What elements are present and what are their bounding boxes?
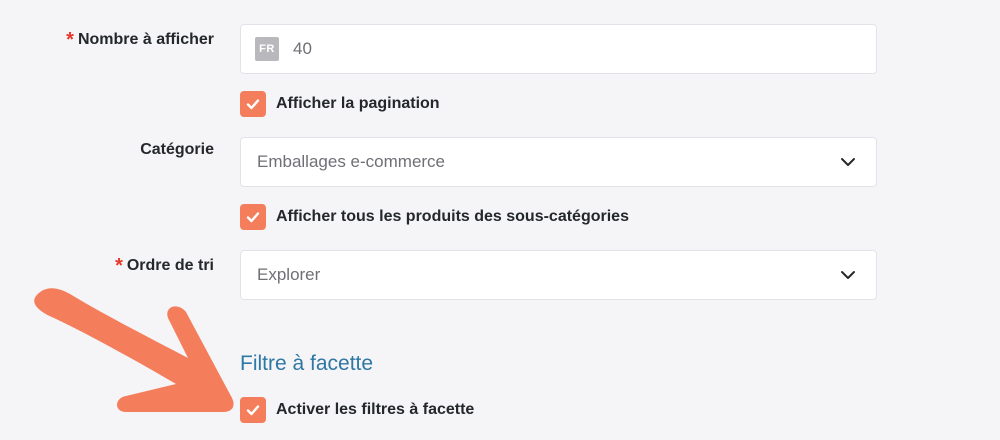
- facet-checkbox-label: Activer les filtres à facette: [276, 401, 475, 418]
- sort-order-label-text: Ordre de tri: [126, 257, 214, 274]
- subcategories-checkbox-label: Afficher tous les produits des sous-caté…: [276, 208, 629, 225]
- category-label: Catégorie: [140, 141, 214, 158]
- chevron-down-icon: [838, 152, 858, 172]
- category-select-value: Emballages e-commerce: [257, 152, 446, 171]
- chevron-down-icon: [838, 265, 858, 285]
- arrow-shape: [34, 288, 234, 412]
- pagination-checkbox-label: Afficher la pagination: [276, 95, 440, 112]
- sort-order-select[interactable]: Explorer: [240, 250, 877, 300]
- count-input-value: 40: [293, 39, 312, 58]
- language-badge[interactable]: FR: [255, 37, 279, 61]
- required-marker: *: [115, 255, 123, 277]
- subcategories-checkbox-row[interactable]: Afficher tous les produits des sous-caté…: [240, 204, 629, 230]
- check-icon: [246, 212, 260, 223]
- facet-checkbox-row[interactable]: Activer les filtres à facette: [240, 397, 474, 423]
- check-icon: [246, 405, 260, 416]
- count-label: * Nombre à afficher: [66, 27, 214, 51]
- sort-order-select-value: Explorer: [257, 265, 321, 284]
- count-input[interactable]: FR 40: [240, 24, 877, 74]
- count-label-text: Nombre à afficher: [77, 31, 214, 48]
- category-select[interactable]: Emballages e-commerce: [240, 137, 877, 187]
- pagination-checkbox-row[interactable]: Afficher la pagination: [240, 91, 440, 117]
- facet-checkbox[interactable]: [240, 397, 266, 423]
- required-marker: *: [66, 29, 74, 51]
- pagination-checkbox[interactable]: [240, 91, 266, 117]
- facet-section-title: Filtre à facette: [240, 352, 374, 375]
- sort-order-label: * Ordre de tri: [115, 253, 214, 277]
- check-icon: [246, 99, 260, 110]
- subcategories-checkbox[interactable]: [240, 204, 266, 230]
